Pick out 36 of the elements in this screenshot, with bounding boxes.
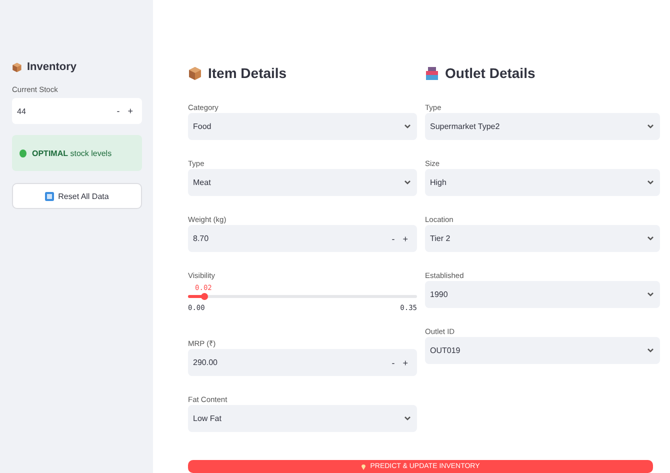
increment-button[interactable]: + bbox=[400, 234, 411, 244]
chevron-down-icon bbox=[404, 416, 411, 421]
decrement-button[interactable]: - bbox=[114, 106, 123, 116]
section-heading: Outlet Details bbox=[445, 65, 536, 81]
dropdown[interactable]: Tier 2 bbox=[425, 225, 660, 252]
dropdown[interactable]: Supermarket Type2 bbox=[425, 113, 660, 140]
chevron-down-icon bbox=[647, 348, 654, 353]
increment-button[interactable]: + bbox=[400, 358, 411, 368]
section-heading: Item Details bbox=[208, 65, 287, 81]
chevron-down-icon bbox=[647, 124, 654, 129]
slider-thumb[interactable] bbox=[201, 293, 208, 300]
decrement-button[interactable]: - bbox=[388, 234, 398, 244]
chevron-down-icon bbox=[404, 180, 411, 185]
number-field[interactable]: 290.00 - + bbox=[188, 349, 417, 376]
increment-button[interactable]: + bbox=[124, 106, 136, 116]
sidebar-title: Inventory bbox=[27, 61, 77, 73]
stock-field[interactable]: 44 - + bbox=[12, 98, 142, 124]
dropdown[interactable]: OUT019 bbox=[425, 337, 660, 364]
box-icon bbox=[188, 66, 202, 80]
box-icon bbox=[12, 62, 22, 72]
chevron-down-icon bbox=[647, 236, 654, 241]
chevron-down-icon bbox=[647, 180, 654, 185]
dropdown[interactable]: High bbox=[425, 169, 660, 196]
reset-button[interactable]: Reset All Data bbox=[12, 183, 142, 209]
store-icon bbox=[425, 66, 439, 80]
number-field[interactable]: 8.70 - + bbox=[188, 225, 417, 252]
chevron-down-icon bbox=[647, 292, 654, 297]
dropdown[interactable]: Food bbox=[188, 113, 417, 140]
status-icon bbox=[19, 148, 27, 158]
dropdown[interactable]: 1990 bbox=[425, 281, 660, 308]
decrement-button[interactable]: - bbox=[388, 358, 398, 368]
dropdown[interactable]: Low Fat bbox=[188, 405, 417, 432]
pin-icon bbox=[361, 463, 366, 470]
status-text: OPTIMAL stock levels bbox=[32, 148, 112, 158]
chevron-down-icon bbox=[404, 124, 411, 129]
dropdown[interactable]: Meat bbox=[188, 169, 417, 196]
